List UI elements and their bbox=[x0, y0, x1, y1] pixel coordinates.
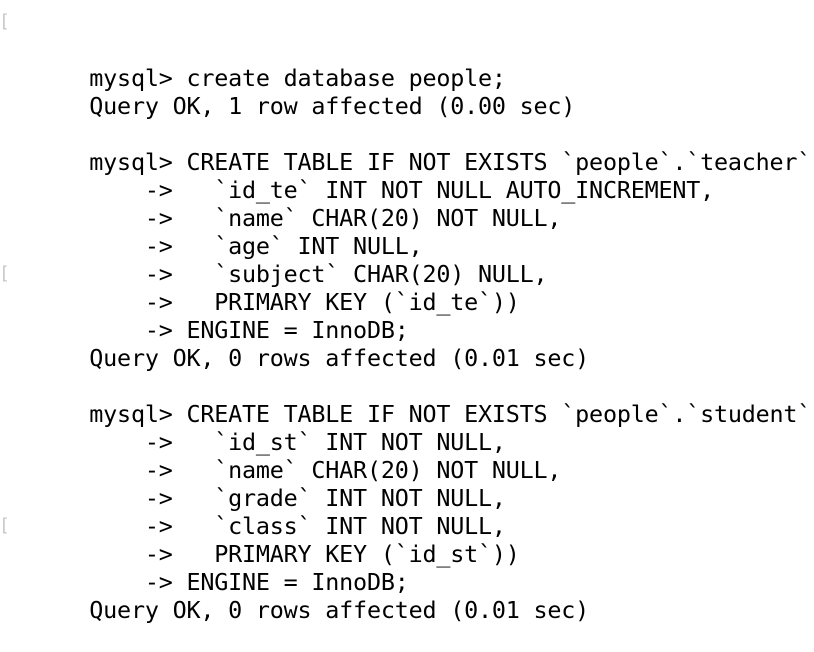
terminal-line: -> `grade` INT NOT NULL, bbox=[6, 428, 806, 512]
terminal-line: Query OK, 1 row affected (0.00 sec) bbox=[6, 36, 806, 120]
line-mark-glyph: [ bbox=[0, 263, 10, 284]
terminal-line: -> `name` CHAR(20) NOT NULL, bbox=[6, 148, 806, 232]
line-mark-glyph: [ bbox=[0, 11, 10, 32]
terminal-line: Query OK, 0 rows affected (0.01 sec) bbox=[6, 288, 806, 372]
terminal-line: [ -> ENGINE = InnoDB; bbox=[0, 512, 806, 597]
terminal-line: mysql> CREATE TABLE IF NOT EXISTS `peopl… bbox=[6, 344, 811, 428]
terminal-line: -> `id_st` INT NOT NULL, bbox=[6, 372, 806, 456]
terminal-line: Query OK, 0 rows affected (0.01 sec) bbox=[6, 540, 806, 624]
terminal-line: [ mysql> create database people; bbox=[0, 8, 806, 93]
terminal-line: -> `class` INT NOT NULL, bbox=[6, 456, 806, 540]
terminal-line: mysql> CREATE TABLE IF NOT EXISTS `peopl… bbox=[6, 92, 811, 176]
line-text: -> ENGINE = InnoDB; bbox=[89, 568, 409, 596]
terminal-line: -> PRIMARY KEY (`id_st`)) bbox=[6, 484, 806, 568]
line-text: Query OK, 0 rows affected (0.01 sec) bbox=[89, 596, 590, 624]
terminal-line: -> `subject` CHAR(20) NULL, bbox=[6, 204, 806, 288]
terminal-line: -> `id_te` INT NOT NULL AUTO_INCREMENT, bbox=[6, 120, 806, 204]
terminal-window[interactable]: [ mysql> create database people; Query O… bbox=[0, 0, 814, 625]
terminal-line: -> PRIMARY KEY (`id_te`)) bbox=[6, 232, 806, 316]
terminal-output: [ mysql> create database people; Query O… bbox=[0, 8, 811, 625]
terminal-line: [ -> ENGINE = InnoDB; bbox=[0, 260, 806, 345]
terminal-line: -> `name` CHAR(20) NOT NULL, bbox=[6, 400, 806, 484]
line-mark-glyph: [ bbox=[0, 515, 10, 536]
terminal-line: -> `age` INT NULL, bbox=[6, 176, 806, 260]
